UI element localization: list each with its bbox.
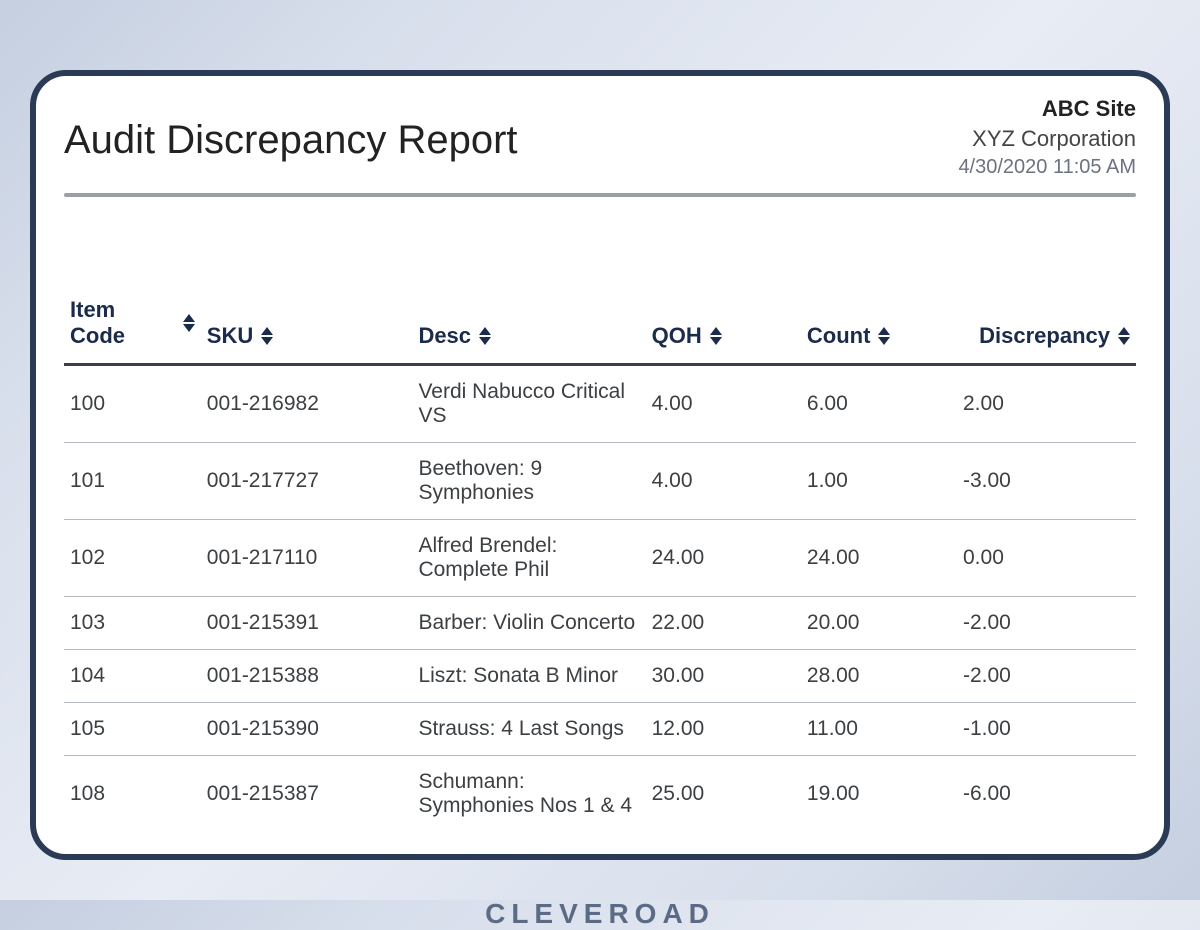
sort-icon[interactable] (183, 314, 195, 332)
cell-desc: Liszt: Sonata B Minor (412, 650, 645, 703)
sort-icon[interactable] (1118, 327, 1130, 345)
col-header-discrepancy[interactable]: Discrepancy (957, 287, 1136, 365)
cell-discrepancy: -2.00 (957, 597, 1136, 650)
col-header-desc[interactable]: Desc (412, 287, 645, 365)
sort-icon[interactable] (261, 327, 273, 345)
cell-sku: 001-215391 (201, 597, 413, 650)
table-row: 102 001-217110 Alfred Brendel: Complete … (64, 520, 1136, 597)
sort-icon[interactable] (479, 327, 491, 345)
cell-count: 24.00 (801, 520, 957, 597)
cell-discrepancy: -3.00 (957, 443, 1136, 520)
col-label: QOH (652, 323, 702, 349)
table-body: 100 001-216982 Verdi Nabucco Critical VS… (64, 365, 1136, 833)
cell-qoh: 25.00 (646, 756, 801, 833)
report-header: Audit Discrepancy Report ABC Site XYZ Co… (64, 94, 1136, 193)
table-row: 100 001-216982 Verdi Nabucco Critical VS… (64, 365, 1136, 443)
report-title: Audit Discrepancy Report (64, 118, 518, 163)
cell-qoh: 24.00 (646, 520, 801, 597)
col-label: Discrepancy (979, 323, 1110, 349)
site-name: ABC Site (958, 96, 1136, 122)
cell-qoh: 4.00 (646, 365, 801, 443)
company-name: XYZ Corporation (958, 126, 1136, 152)
cell-item-code: 103 (64, 597, 201, 650)
brand-watermark: CLEVEROAD (485, 898, 715, 930)
cell-sku: 001-216982 (201, 365, 413, 443)
cell-discrepancy: -2.00 (957, 650, 1136, 703)
col-header-qoh[interactable]: QOH (646, 287, 801, 365)
table-header-row: Item Code SKU (64, 287, 1136, 365)
report-timestamp: 4/30/2020 11:05 AM (958, 156, 1136, 179)
col-header-item-code[interactable]: Item Code (64, 287, 201, 365)
col-label: Desc (418, 323, 471, 349)
table-row: 105 001-215390 Strauss: 4 Last Songs 12.… (64, 703, 1136, 756)
table-row: 101 001-217727 Beethoven: 9 Symphonies 4… (64, 443, 1136, 520)
cell-item-code: 102 (64, 520, 201, 597)
cell-item-code: 101 (64, 443, 201, 520)
cell-count: 1.00 (801, 443, 957, 520)
report-meta: ABC Site XYZ Corporation 4/30/2020 11:05… (958, 94, 1136, 179)
cell-qoh: 22.00 (646, 597, 801, 650)
cell-count: 6.00 (801, 365, 957, 443)
cell-discrepancy: 2.00 (957, 365, 1136, 443)
cell-qoh: 30.00 (646, 650, 801, 703)
col-label: Count (807, 323, 871, 349)
cell-item-code: 105 (64, 703, 201, 756)
cell-count: 11.00 (801, 703, 957, 756)
cell-desc: Beethoven: 9 Symphonies (412, 443, 645, 520)
cell-qoh: 12.00 (646, 703, 801, 756)
cell-sku: 001-215388 (201, 650, 413, 703)
col-label: Item Code (70, 297, 175, 349)
cell-count: 19.00 (801, 756, 957, 833)
cell-discrepancy: 0.00 (957, 520, 1136, 597)
report-card: Audit Discrepancy Report ABC Site XYZ Co… (30, 70, 1170, 860)
cell-desc: Barber: Violin Concerto (412, 597, 645, 650)
cell-count: 20.00 (801, 597, 957, 650)
table-row: 104 001-215388 Liszt: Sonata B Minor 30.… (64, 650, 1136, 703)
discrepancy-table: Item Code SKU (64, 287, 1136, 832)
cell-qoh: 4.00 (646, 443, 801, 520)
col-header-sku[interactable]: SKU (201, 287, 413, 365)
cell-desc: Verdi Nabucco Critical VS (412, 365, 645, 443)
cell-item-code: 100 (64, 365, 201, 443)
sort-icon[interactable] (710, 327, 722, 345)
cell-discrepancy: -1.00 (957, 703, 1136, 756)
cell-discrepancy: -6.00 (957, 756, 1136, 833)
col-header-count[interactable]: Count (801, 287, 957, 365)
table-row: 103 001-215391 Barber: Violin Concerto 2… (64, 597, 1136, 650)
cell-item-code: 104 (64, 650, 201, 703)
cell-desc: Schumann: Symphonies Nos 1 & 4 (412, 756, 645, 833)
cell-sku: 001-215390 (201, 703, 413, 756)
header-divider (64, 193, 1136, 197)
cell-desc: Alfred Brendel: Complete Phil (412, 520, 645, 597)
col-label: SKU (207, 323, 253, 349)
cell-desc: Strauss: 4 Last Songs (412, 703, 645, 756)
cell-sku: 001-217110 (201, 520, 413, 597)
cell-sku: 001-217727 (201, 443, 413, 520)
cell-count: 28.00 (801, 650, 957, 703)
table-row: 108 001-215387 Schumann: Symphonies Nos … (64, 756, 1136, 833)
cell-sku: 001-215387 (201, 756, 413, 833)
sort-icon[interactable] (878, 327, 890, 345)
cell-item-code: 108 (64, 756, 201, 833)
